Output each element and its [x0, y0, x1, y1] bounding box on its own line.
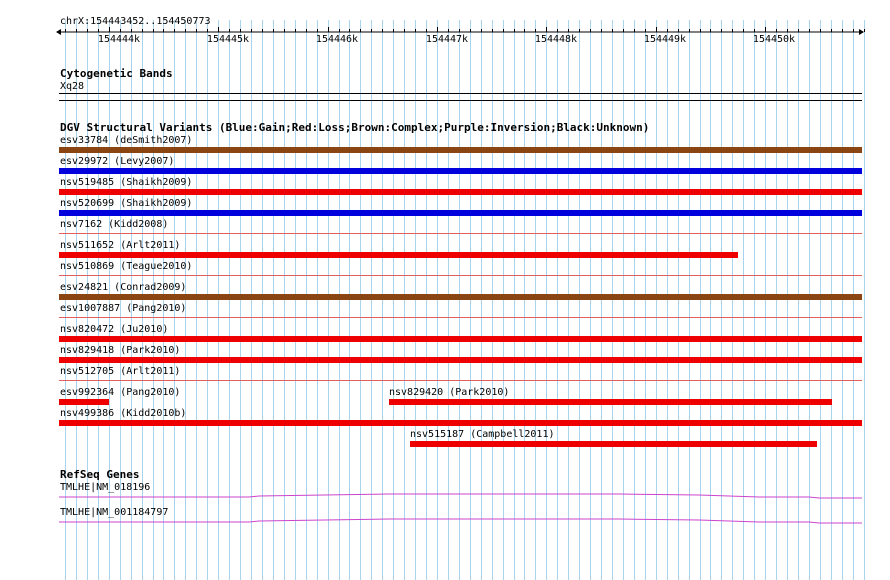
variant-bar[interactable] — [410, 441, 817, 447]
variant-label[interactable]: esv1007887 (Pang2010) — [60, 303, 186, 314]
variant-label[interactable]: nsv520699 (Shaikh2009) — [60, 198, 192, 209]
variant-bar[interactable] — [59, 275, 862, 276]
variant-label[interactable]: nsv512705 (Arlt2011) — [60, 366, 180, 377]
gene-model[interactable] — [59, 514, 862, 526]
dgv-track-title: DGV Structural Variants (Blue:Gain;Red:L… — [60, 121, 650, 134]
variant-bar[interactable] — [59, 147, 862, 153]
tick-label: 154446k — [315, 34, 359, 45]
variant-label[interactable]: esv29972 (Levy2007) — [60, 156, 174, 167]
variant-label[interactable]: nsv820472 (Ju2010) — [60, 324, 168, 335]
variant-bar[interactable] — [59, 380, 862, 381]
variant-bar[interactable] — [59, 252, 738, 258]
variant-bar[interactable] — [59, 294, 862, 300]
cytoband-track-title: Cytogenetic Bands — [60, 67, 173, 80]
tick-label: 154449k — [643, 34, 687, 45]
genome-browser: { "ruler": { "coordinates": "chrX:154443… — [0, 0, 890, 580]
refseq-track-title: RefSeq Genes — [60, 468, 140, 481]
variant-label[interactable]: nsv515187 (Campbell2011) — [410, 429, 555, 440]
variant-bar[interactable] — [389, 399, 832, 405]
variant-label[interactable]: nsv511652 (Arlt2011) — [60, 240, 180, 251]
variant-bar[interactable] — [59, 399, 109, 405]
variant-bar[interactable] — [59, 357, 862, 363]
cytoband-border-bottom — [59, 100, 862, 101]
variant-bar[interactable] — [59, 336, 862, 342]
variant-label[interactable]: nsv7162 (Kidd2008) — [60, 219, 168, 230]
variant-label[interactable]: nsv829418 (Park2010) — [60, 345, 180, 356]
tick-label: 154444k — [97, 34, 141, 45]
variant-label[interactable]: esv992364 (Pang2010) — [60, 387, 180, 398]
variant-label[interactable]: esv33784 (deSmith2007) — [60, 135, 192, 146]
variant-label[interactable]: nsv510869 (Teague2010) — [60, 261, 192, 272]
tick-label: 154448k — [534, 34, 578, 45]
tick-label: 154445k — [206, 34, 250, 45]
variant-label[interactable]: nsv499386 (Kidd2010b) — [60, 408, 186, 419]
variant-bar[interactable] — [59, 210, 862, 216]
variant-bar[interactable] — [59, 168, 862, 174]
tick-label: 154450k — [752, 34, 796, 45]
variant-bar[interactable] — [59, 189, 862, 195]
variant-bar[interactable] — [59, 317, 862, 318]
variant-label[interactable]: esv24821 (Conrad2009) — [60, 282, 186, 293]
variant-bar[interactable] — [59, 420, 862, 426]
cytoband-label[interactable]: Xq28 — [60, 81, 84, 92]
variant-bar[interactable] — [59, 233, 862, 234]
variant-label[interactable]: nsv519485 (Shaikh2009) — [60, 177, 192, 188]
tick-label: 154447k — [425, 34, 469, 45]
variant-label[interactable]: nsv829420 (Park2010) — [389, 387, 509, 398]
gene-model[interactable] — [59, 490, 862, 502]
cytoband-border-top — [59, 93, 862, 94]
